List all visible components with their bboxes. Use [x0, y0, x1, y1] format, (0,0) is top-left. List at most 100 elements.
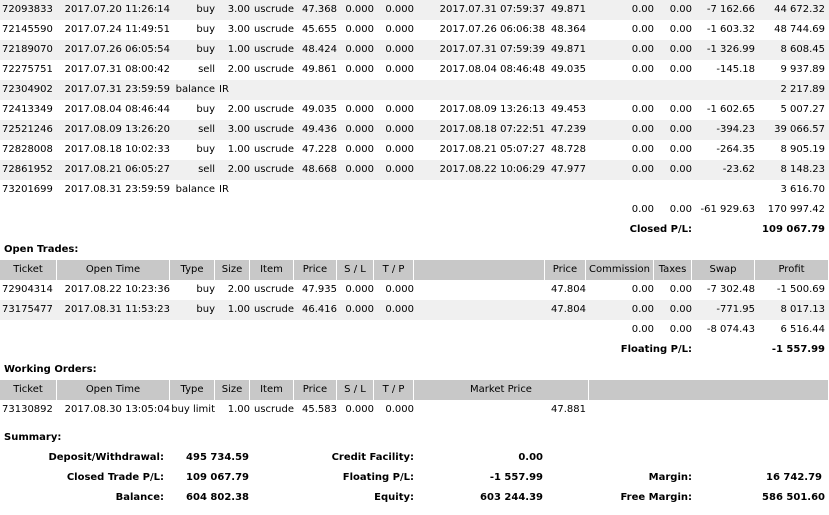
floating-pl-row: Floating P/L: -1 557.99: [0, 340, 829, 360]
closed-trade-row: 72861952 2017.08.21 06:05:27 sell 2.00 uscru…: [0, 160, 829, 180]
profit-cell: 8 148.23: [780, 164, 825, 175]
profit-cell: 8 017.13: [780, 304, 825, 315]
swap-total: -8 074.43: [706, 324, 755, 335]
open-time-cell: 2017.08.21 06:05:27: [64, 164, 170, 175]
commission-total: 0.00: [631, 324, 654, 335]
blank-header: [414, 260, 545, 280]
tp-cell: 0.000: [385, 64, 414, 75]
item-header: Item: [250, 380, 294, 400]
commission-cell: 0.00: [631, 4, 654, 15]
profit-cell: 5 007.27: [780, 104, 825, 115]
open-time-cell: 2017.07.26 06:05:54: [64, 44, 170, 55]
credit-value: 0.00: [518, 452, 543, 463]
balance-value: 604 802.38: [186, 492, 249, 503]
blank-header: [589, 380, 829, 400]
swap-cell: -7 302.48: [706, 284, 755, 295]
close-price-cell: 47.977: [551, 164, 586, 175]
size-cell: 3.00: [227, 4, 250, 15]
type-cell: buy: [196, 104, 215, 115]
ticket-cell: 72275751: [2, 64, 53, 75]
close-time-cell: 2017.08.22 10:06:29: [439, 164, 545, 175]
size-cell: 1.00: [227, 44, 250, 55]
ticket-cell: 73201699: [2, 184, 53, 195]
swap-cell: -23.62: [722, 164, 755, 175]
current-price-cell: 47.804: [551, 304, 586, 315]
working-orders-title: Working Orders:: [4, 364, 97, 375]
item-cell: uscrude: [254, 4, 294, 15]
close-time-cell: 2017.08.18 07:22:51: [439, 124, 545, 135]
size-cell: 1.00: [227, 404, 250, 415]
profit-cell: 8 905.19: [780, 144, 825, 155]
taxes-cell: 0.00: [669, 24, 692, 35]
open-time-cell: 2017.08.04 08:46:44: [64, 104, 170, 115]
closed-trade-row: 72275751 2017.07.31 08:00:42 sell 2.00 uscru…: [0, 60, 829, 80]
commission-cell: 0.00: [631, 284, 654, 295]
margin-label: Margin:: [648, 472, 692, 483]
deposit-value: 495 734.59: [186, 452, 249, 463]
commission-cell: 0.00: [631, 304, 654, 315]
free-margin-value: 586 501.60: [762, 492, 825, 503]
swap-cell: -7 162.66: [706, 4, 755, 15]
closed-trade-row: 72189070 2017.07.26 06:05:54 buy 1.00 uscrud…: [0, 40, 829, 60]
size-cell: 3.00: [227, 24, 250, 35]
open-time-cell: 2017.08.31 23:59:59: [64, 184, 170, 195]
price-cell: 47.368: [302, 4, 337, 15]
item-cell: uscrude: [254, 104, 294, 115]
close-time-cell: 2017.08.21 05:07:27: [439, 144, 545, 155]
size-header: Size: [215, 380, 250, 400]
sl-cell: 0.000: [345, 284, 374, 295]
sl-header: S / L: [337, 260, 374, 280]
swap-cell: -145.18: [716, 64, 755, 75]
commission-total: 0.00: [631, 204, 654, 215]
price-header: Price: [294, 380, 337, 400]
commission-cell: 0.00: [631, 144, 654, 155]
price-cell: 49.861: [302, 64, 337, 75]
open-time-cell: 2017.07.20 11:26:14: [64, 4, 170, 15]
tp-cell: 0.000: [385, 44, 414, 55]
close-time-cell: 2017.08.04 08:46:48: [439, 64, 545, 75]
swap-cell: -264.35: [716, 144, 755, 155]
ticket-header: Ticket: [0, 380, 57, 400]
taxes-cell: 0.00: [669, 284, 692, 295]
closed-trade-row: 72093833 2017.07.20 11:26:14 buy 3.00 uscrud…: [0, 0, 829, 20]
ticket-cell: 72145590: [2, 24, 53, 35]
item-header: Item: [250, 260, 294, 280]
close-time-cell: 2017.07.31 07:59:37: [439, 4, 545, 15]
swap-header: Swap: [692, 260, 755, 280]
tp-cell: 0.000: [385, 144, 414, 155]
tp-cell: 0.000: [385, 24, 414, 35]
item-cell: uscrude: [254, 124, 294, 135]
sl-cell: 0.000: [345, 164, 374, 175]
size-cell: 3.00: [227, 124, 250, 135]
open-time-cell: 2017.08.18 10:02:33: [64, 144, 170, 155]
ticket-cell: 72828008: [2, 144, 53, 155]
closed-trades-totals-row: 0.00 0.00 -61 929.63 170 997.42: [0, 200, 829, 220]
size-header: Size: [215, 260, 250, 280]
floating-pl-label: Floating P/L:: [342, 472, 414, 483]
tp-cell: 0.000: [385, 4, 414, 15]
price-cell: 49.436: [302, 124, 337, 135]
open-time-cell: 2017.08.22 10:23:36: [64, 284, 170, 295]
market-price-header: Market Price: [414, 380, 589, 400]
item-cell: uscrude: [254, 164, 294, 175]
item-cell: uscrude: [254, 24, 294, 35]
equity-value: 603 244.39: [480, 492, 543, 503]
close-price-cell: 48.364: [551, 24, 586, 35]
open-trades-header-row: Ticket Open Time Type Size Item Price S / LT /…: [0, 260, 829, 280]
close-price-cell: 49.035: [551, 64, 586, 75]
taxes-cell: 0.00: [669, 144, 692, 155]
price-cell: 46.416: [302, 304, 337, 315]
close-time-cell: 2017.08.09 13:26:13: [439, 104, 545, 115]
open-time-header: Open Time: [57, 260, 170, 280]
commission-cell: 0.00: [631, 24, 654, 35]
market-price-cell: 47.881: [551, 404, 586, 415]
tp-cell: 0.000: [385, 304, 414, 315]
current-price-cell: 47.804: [551, 284, 586, 295]
tp-cell: 0.000: [385, 404, 414, 415]
price-cell: 45.655: [302, 24, 337, 35]
close-price-cell: 49.453: [551, 104, 586, 115]
price-cell: 45.583: [302, 404, 337, 415]
tp-cell: 0.000: [385, 284, 414, 295]
tp-header: T / P: [374, 380, 414, 400]
commission-cell: 0.00: [631, 64, 654, 75]
